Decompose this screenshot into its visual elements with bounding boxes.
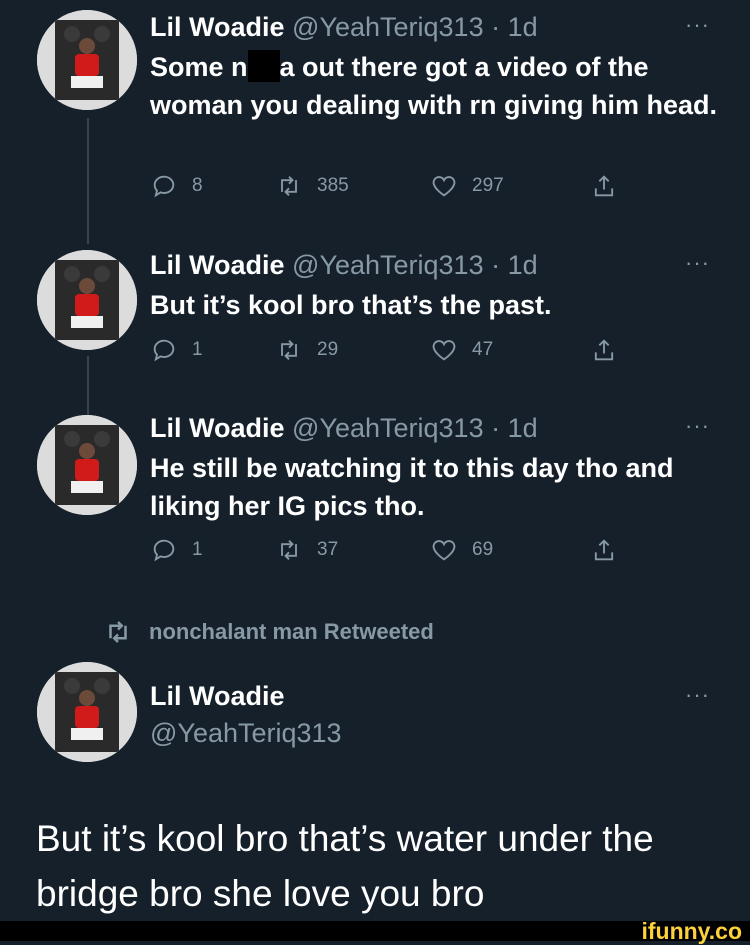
share-button[interactable] <box>590 172 618 200</box>
main-tweet-text: But it’s kool bro that’s water under the… <box>36 818 654 914</box>
timestamp[interactable]: 1d <box>508 413 538 443</box>
tweet-text: But it’s kool bro that’s the past. <box>150 290 552 320</box>
avatar[interactable] <box>37 250 137 350</box>
reply-button[interactable]: 1 <box>150 336 203 364</box>
tweet-header: Lil Woadie @YeahTeriq313 · 1d <box>150 250 538 281</box>
timestamp[interactable]: 1d <box>508 12 538 42</box>
more-icon[interactable]: ··· <box>685 682 710 708</box>
retweet-button[interactable]: 385 <box>275 172 349 200</box>
timestamp[interactable]: 1d <box>508 250 538 280</box>
reply-icon <box>153 339 175 362</box>
display-name[interactable]: Lil Woadie <box>150 12 285 42</box>
user-handle[interactable]: @YeahTeriq313 <box>292 12 484 42</box>
like-count: 47 <box>472 339 494 360</box>
reply-count: 1 <box>192 539 203 560</box>
retweet-count: 37 <box>317 539 339 560</box>
reply-button[interactable]: 1 <box>150 536 203 564</box>
user-handle[interactable]: @YeahTeriq313 <box>292 250 484 280</box>
thread-connector-2 <box>87 356 89 416</box>
avatar-image <box>37 415 137 515</box>
avatar[interactable] <box>37 415 137 515</box>
like-button[interactable]: 297 <box>430 172 504 200</box>
reply-count: 8 <box>192 175 203 196</box>
retweet-icon <box>281 340 297 360</box>
action-bar: 1 37 69 <box>150 536 620 570</box>
avatar[interactable] <box>37 10 137 110</box>
retweet-context-label: nonchalant man Retweeted <box>149 619 434 644</box>
display-name[interactable]: Lil Woadie <box>150 681 285 712</box>
retweet-count: 29 <box>317 339 339 360</box>
more-icon[interactable]: ··· <box>685 413 710 439</box>
separator: · <box>491 12 501 42</box>
avatar[interactable] <box>37 662 137 762</box>
retweet-context[interactable]: nonchalant man Retweeted <box>103 617 434 647</box>
like-button[interactable]: 47 <box>430 336 493 364</box>
tweet-text: He still be watching it to this day tho … <box>150 453 674 521</box>
share-button[interactable] <box>590 536 618 564</box>
display-name[interactable]: Lil Woadie <box>150 250 285 280</box>
like-icon <box>432 340 456 361</box>
like-icon <box>432 176 456 197</box>
more-icon[interactable]: ··· <box>685 250 710 276</box>
retweet-icon <box>109 621 127 643</box>
censor-block <box>247 50 280 82</box>
like-button[interactable]: 69 <box>430 536 493 564</box>
retweet-count: 385 <box>317 175 349 196</box>
like-count: 69 <box>472 539 494 560</box>
share-button[interactable] <box>590 336 618 364</box>
share-icon <box>594 339 614 361</box>
avatar-image <box>37 662 137 762</box>
more-icon[interactable]: ··· <box>685 12 710 38</box>
user-handle[interactable]: @YeahTeriq313 <box>292 413 484 443</box>
action-bar: 1 29 47 <box>150 336 620 370</box>
reply-icon <box>153 539 175 562</box>
like-icon <box>432 540 456 561</box>
retweet-button[interactable]: 37 <box>275 536 338 564</box>
action-bar: 8 385 297 <box>150 172 620 206</box>
separator: · <box>491 250 501 280</box>
tweet-header: Lil Woadie @YeahTeriq313 · 1d <box>150 12 538 43</box>
retweet-icon <box>281 176 297 196</box>
reply-button[interactable]: 8 <box>150 172 203 200</box>
separator: · <box>491 413 501 443</box>
reply-count: 1 <box>192 339 203 360</box>
tweet-text-start: Some n <box>150 52 248 82</box>
watermark-bar: ifunny.co <box>0 918 750 944</box>
avatar-image <box>37 10 137 110</box>
tweet-header: Lil Woadie @YeahTeriq313 · 1d <box>150 413 538 444</box>
tweet-text: Some na out there got a video of the wom… <box>150 48 730 124</box>
user-handle[interactable]: @YeahTeriq313 <box>150 718 342 749</box>
like-count: 297 <box>472 175 504 196</box>
share-icon <box>594 539 614 561</box>
retweet-icon <box>281 540 297 560</box>
reply-icon <box>153 175 175 198</box>
display-name[interactable]: Lil Woadie <box>150 413 285 443</box>
avatar-image <box>37 250 137 350</box>
share-icon <box>594 175 614 197</box>
retweet-button[interactable]: 29 <box>275 336 338 364</box>
thread-connector-1 <box>87 118 89 244</box>
